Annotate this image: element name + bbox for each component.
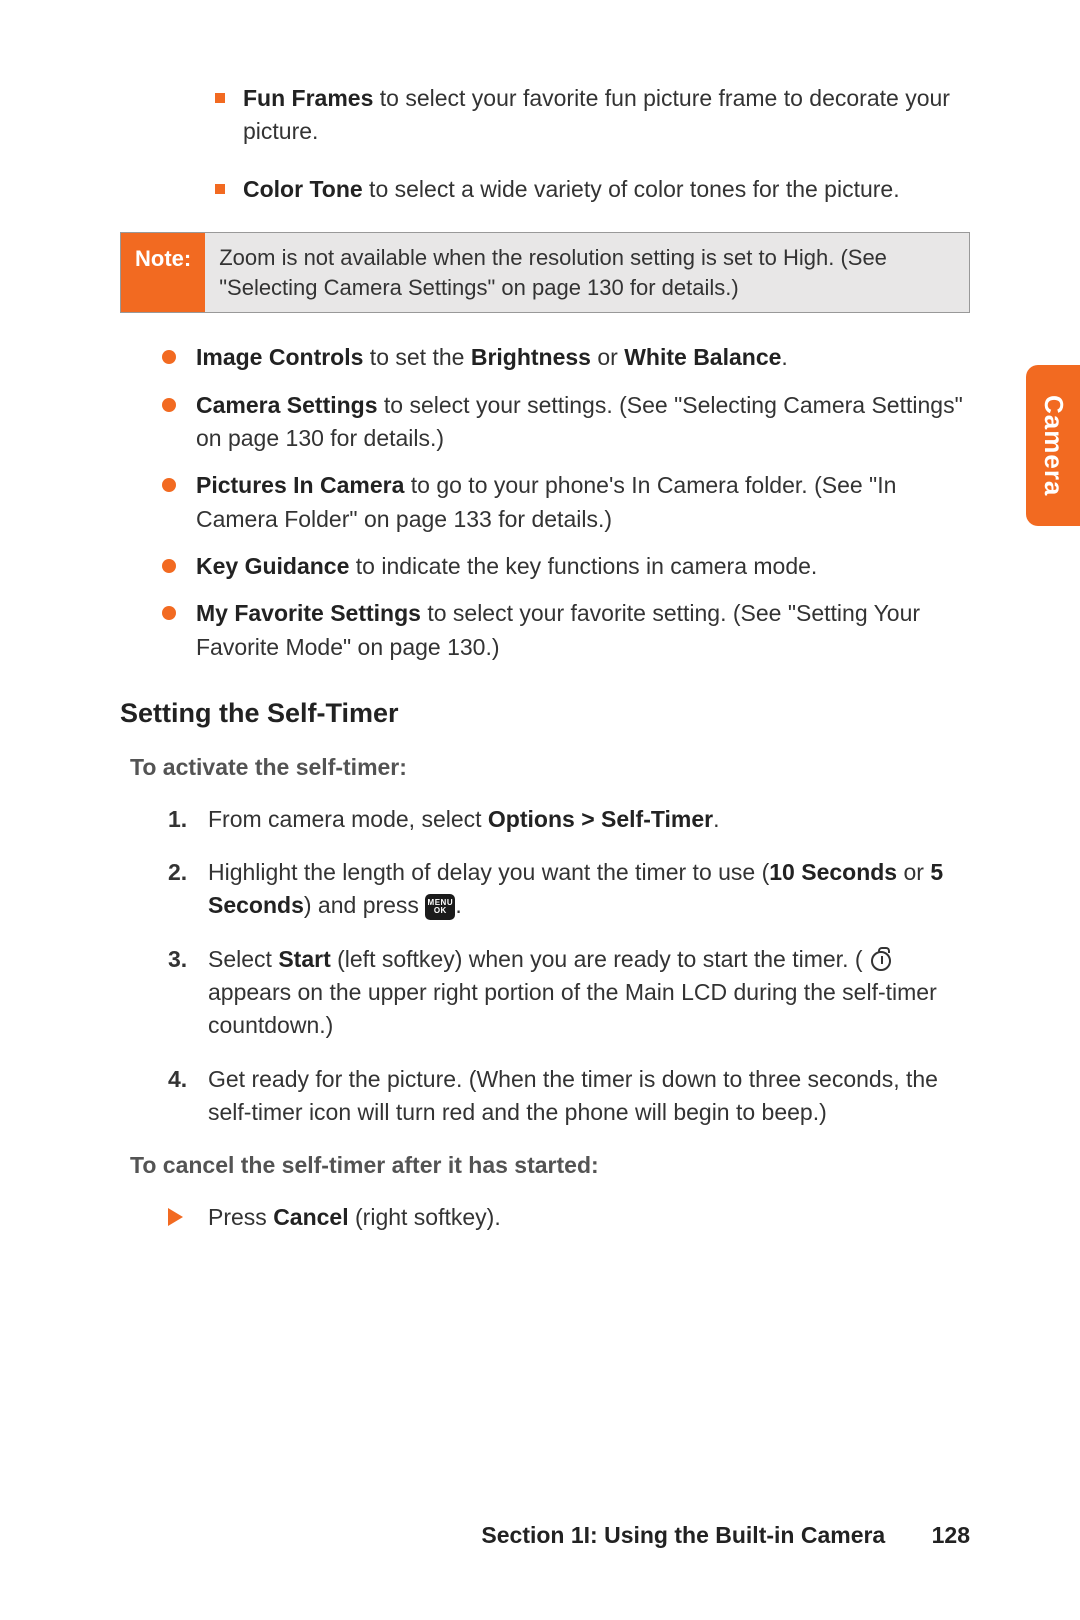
cancel-list: Press Cancel (right softkey). <box>120 1201 970 1234</box>
bold-text: Key Guidance <box>196 553 349 579</box>
bold-text: Image Controls <box>196 344 363 370</box>
bold-text: White Balance <box>624 344 781 370</box>
text: . <box>455 892 461 918</box>
text: to indicate the key functions in camera … <box>349 553 817 579</box>
list-item: Press Cancel (right softkey). <box>168 1201 970 1234</box>
text: or <box>591 344 624 370</box>
text: . <box>713 806 719 832</box>
text: (left softkey) when you are ready to sta… <box>331 946 869 972</box>
note-label: Note: <box>121 233 205 312</box>
text: Select <box>208 946 278 972</box>
text: (right softkey). <box>349 1204 501 1230</box>
list-item: Image Controls to set the Brightness or … <box>162 341 970 374</box>
sub-heading: To cancel the self-timer after it has st… <box>130 1149 970 1182</box>
note-body: Zoom is not available when the resolutio… <box>205 233 969 312</box>
list-item: Pictures In Camera to go to your phone's… <box>162 469 970 536</box>
list-item: Fun Frames to select your favorite fun p… <box>215 82 970 149</box>
step-item: From camera mode, select Options > Self-… <box>168 803 970 836</box>
bold-text: Color Tone <box>243 176 363 202</box>
bold-text: Pictures In Camera <box>196 472 404 498</box>
text: to set the <box>363 344 470 370</box>
text: to select a wide variety of color tones … <box>363 176 900 202</box>
steps-list: From camera mode, select Options > Self-… <box>120 803 970 1130</box>
text: Highlight the length of delay you want t… <box>208 859 769 885</box>
bold-text: Options > Self-Timer <box>488 806 713 832</box>
text: Press <box>208 1204 273 1230</box>
note-box: Note: Zoom is not available when the res… <box>120 232 970 313</box>
timer-icon <box>871 951 891 971</box>
text: or <box>897 859 930 885</box>
text: Get ready for the picture. (When the tim… <box>208 1066 938 1125</box>
bold-text: 10 Seconds <box>769 859 897 885</box>
step-item: Highlight the length of delay you want t… <box>168 856 970 923</box>
bold-text: My Favorite Settings <box>196 600 421 626</box>
page-number: 128 <box>932 1522 970 1548</box>
page-footer: Section 1I: Using the Built-in Camera 12… <box>481 1519 970 1552</box>
list-item: My Favorite Settings to select your favo… <box>162 597 970 664</box>
list-item: Key Guidance to indicate the key functio… <box>162 550 970 583</box>
step-item: Get ready for the picture. (When the tim… <box>168 1063 970 1130</box>
section-heading: Setting the Self-Timer <box>120 694 970 733</box>
list-item: Camera Settings to select your settings.… <box>162 389 970 456</box>
bold-text: Start <box>278 946 330 972</box>
side-tab-camera: Camera <box>1026 365 1080 526</box>
text: appears on the upper right portion of th… <box>208 979 937 1038</box>
text: ) and press <box>304 892 425 918</box>
footer-section: Section 1I: Using the Built-in Camera <box>481 1522 885 1548</box>
menu-ok-key-icon: MENUOK <box>425 894 455 920</box>
bold-text: Cancel <box>273 1204 348 1230</box>
sub-heading: To activate the self-timer: <box>130 751 970 784</box>
bold-text: Fun Frames <box>243 85 373 111</box>
text: From camera mode, select <box>208 806 488 832</box>
text: . <box>781 344 787 370</box>
feature-circle-list: Image Controls to set the Brightness or … <box>120 341 970 664</box>
step-item: Select Start (left softkey) when you are… <box>168 943 970 1043</box>
bold-text: Brightness <box>471 344 591 370</box>
bold-text: Camera Settings <box>196 392 378 418</box>
list-item: Color Tone to select a wide variety of c… <box>215 173 970 206</box>
intro-square-list: Fun Frames to select your favorite fun p… <box>120 82 970 206</box>
